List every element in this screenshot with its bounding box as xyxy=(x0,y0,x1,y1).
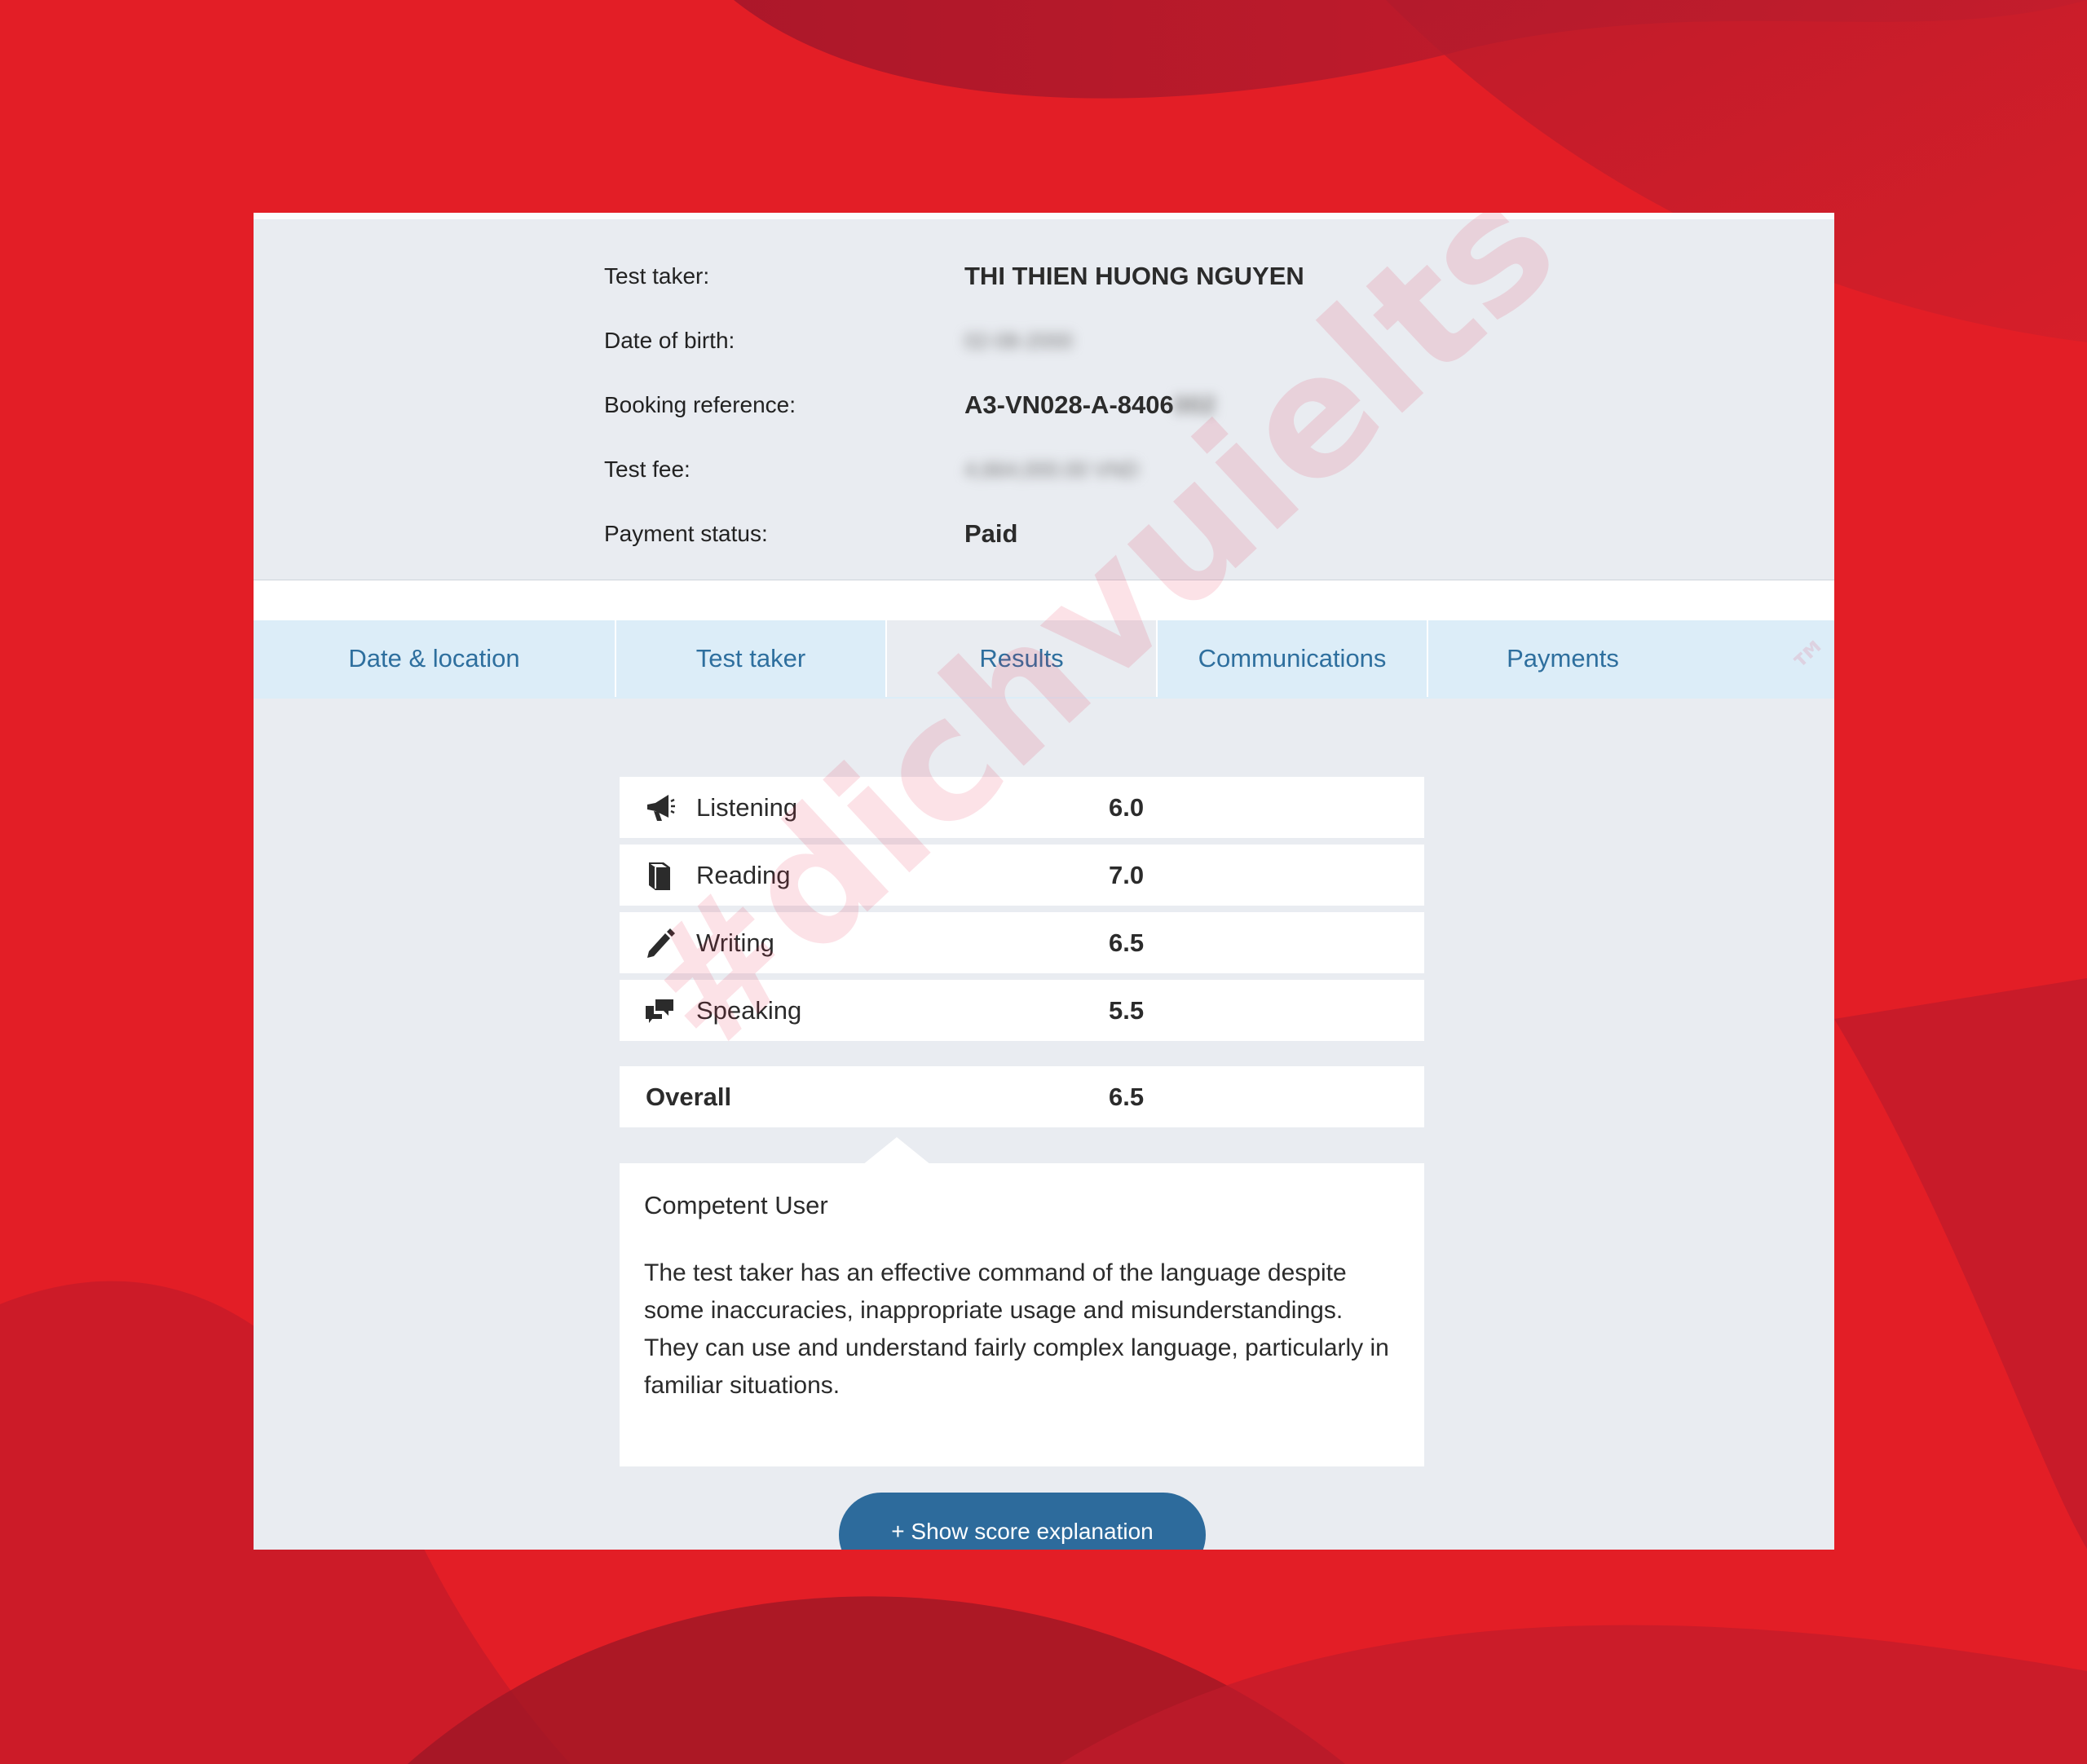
info-row-booking: Booking reference: A3-VN028-A-8406002 xyxy=(604,381,1745,430)
reading-label: Reading xyxy=(696,861,791,889)
fee-label: Test fee: xyxy=(604,456,691,482)
listening-label: Listening xyxy=(696,793,798,822)
listening-score: 6.0 xyxy=(1109,793,1145,822)
score-row-reading: Reading 7.0 xyxy=(620,845,1424,906)
booking-value: A3-VN028-A-8406002 xyxy=(964,381,1216,430)
test-taker-label: Test taker: xyxy=(604,263,710,289)
tab-communications[interactable]: Communications xyxy=(1158,620,1428,697)
booking-reference: A3-VN028-A-8406 xyxy=(964,390,1174,419)
score-row-listening: Listening 6.0 xyxy=(620,777,1424,838)
tab-results[interactable]: Results xyxy=(887,620,1158,697)
tab-date-location[interactable]: Date & location xyxy=(254,620,616,697)
info-row-fee: Test fee: 4,664,000.00 VND xyxy=(604,445,1745,494)
speech-bubbles-icon xyxy=(646,999,673,1023)
speaking-score: 5.5 xyxy=(1109,996,1145,1025)
tab-test-taker[interactable]: Test taker xyxy=(616,620,887,697)
info-row-dob: Date of birth: 02-08-2000 xyxy=(604,316,1745,365)
band-description: The test taker has an effective command … xyxy=(644,1259,1389,1399)
overall-score: 6.5 xyxy=(1109,1083,1145,1111)
band-title: Competent User xyxy=(644,1191,828,1219)
card-top-strip xyxy=(254,213,1834,219)
tab-payments[interactable]: Payments xyxy=(1428,620,1697,697)
score-row-speaking: Speaking 5.5 xyxy=(620,980,1424,1041)
info-row-test-taker: Test taker: THI THIEN HUONG NGUYEN xyxy=(604,252,1745,301)
reading-score: 7.0 xyxy=(1109,861,1145,889)
booking-card: Test taker: THI THIEN HUONG NGUYEN Date … xyxy=(254,213,1834,1550)
show-score-explanation-button[interactable]: + Show score explanation xyxy=(839,1493,1206,1550)
fee-value: 4,664,000.00 VND xyxy=(964,457,1139,482)
writing-score: 6.5 xyxy=(1109,928,1145,957)
payment-label: Payment status: xyxy=(604,521,768,546)
band-description-box: Competent User The test taker has an eff… xyxy=(620,1163,1424,1466)
book-icon xyxy=(649,862,670,890)
booking-reference-hidden: 002 xyxy=(1173,390,1216,419)
description-pointer xyxy=(863,1137,931,1165)
pencil-icon xyxy=(647,928,675,958)
tab-bar: Date & location Test taker Results Commu… xyxy=(254,620,1834,699)
booking-label: Booking reference: xyxy=(604,392,796,417)
dob-value: 02-08-2000 xyxy=(964,329,1073,353)
score-row-overall: Overall 6.5 xyxy=(620,1066,1424,1127)
info-row-payment: Payment status: Paid xyxy=(604,509,1745,558)
writing-label: Writing xyxy=(696,928,774,957)
megaphone-icon xyxy=(647,795,675,821)
tab-spacer xyxy=(254,583,1834,620)
speaking-label: Speaking xyxy=(696,996,802,1025)
score-row-writing: Writing 6.5 xyxy=(620,912,1424,973)
test-taker-value: THI THIEN HUONG NGUYEN xyxy=(964,262,1304,290)
overall-label: Overall xyxy=(646,1083,732,1111)
dob-label: Date of birth: xyxy=(604,328,735,353)
payment-value: Paid xyxy=(964,519,1018,548)
